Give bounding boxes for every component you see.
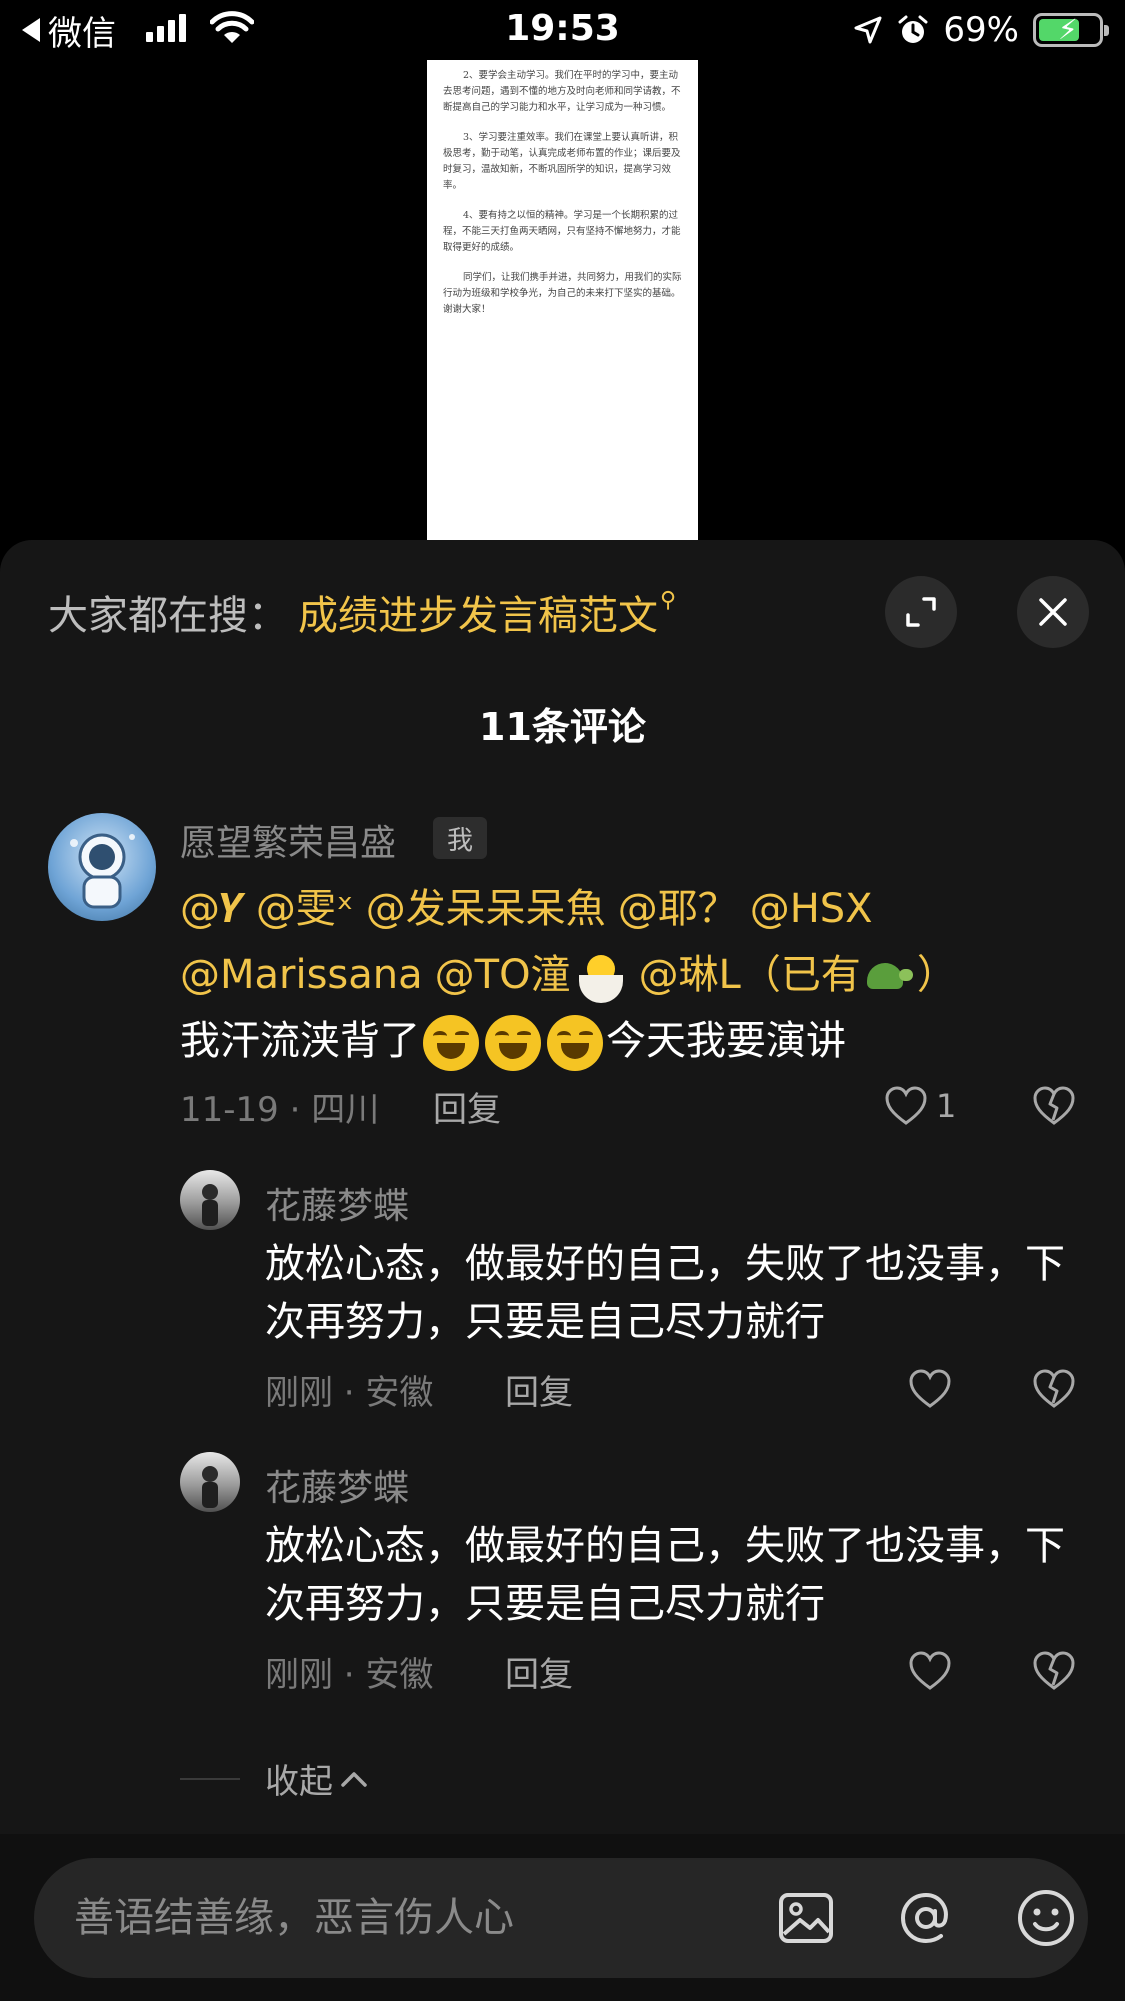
doc-paragraph: 同学们，让我们携手并进，共同努力，用我们的实际行动为班级和学校争光，为自己的未来…: [443, 272, 682, 315]
like-count: 1: [936, 1087, 957, 1125]
like-button[interactable]: 1: [884, 1086, 956, 1126]
mention-link[interactable]: @耶？: [618, 886, 738, 932]
dislike-button[interactable]: [1032, 1369, 1076, 1409]
reply-avatar[interactable]: [180, 1170, 240, 1230]
image-icon: [779, 1893, 833, 1943]
rofl-emoji-icon: [485, 1015, 541, 1071]
dislike-button[interactable]: [1032, 1651, 1076, 1691]
mention-link[interactable]: @TO潼: [435, 952, 571, 998]
reply-button[interactable]: 回复: [505, 1365, 573, 1414]
comments-sheet: 大家都在搜： 成绩进步发言稿范文 ⚲ 11条评论 愿望繁荣昌盛 我 @𝒀 @雯ˣ…: [0, 540, 1125, 2001]
comment-text-end: 今天我要演讲: [606, 1018, 846, 1064]
status-bar: 微信 19:53 69% ⚡: [0, 0, 1125, 60]
me-badge: 我: [433, 817, 487, 859]
reply-username[interactable]: 花藤梦蝶: [265, 1177, 409, 1229]
rofl-emoji-icon: [423, 1015, 479, 1071]
rofl-emoji-icon: [547, 1015, 603, 1071]
close-icon: [1039, 598, 1067, 626]
turtle-emoji-icon: [863, 955, 915, 999]
collapse-divider: [180, 1778, 240, 1780]
mention-link[interactable]: @Marissana: [180, 952, 423, 998]
at-sign-icon: [900, 1892, 948, 1944]
broken-heart-icon: [1033, 1086, 1075, 1125]
person-photo-icon: [202, 1184, 218, 1226]
alarm-icon: [898, 15, 928, 43]
reply-username[interactable]: 花藤梦蝶: [265, 1459, 409, 1511]
reply-date-location: 刚刚 · 安徽: [265, 1373, 434, 1413]
comment-username[interactable]: 愿望繁荣昌盛: [180, 814, 396, 866]
reply-button[interactable]: 回复: [433, 1082, 501, 1131]
screen: 微信 19:53 69% ⚡ 2、要学会主动学习。我们在平时的学习中，要主动去思…: [0, 0, 1125, 2001]
hatching-chick-emoji-icon: [575, 951, 627, 1003]
heart-icon: [909, 1651, 951, 1690]
search-term-link[interactable]: 成绩进步发言稿范文: [298, 583, 658, 641]
mention-line-2: @Marissana @TO潼 @琳L（已有 ）: [180, 942, 1080, 1008]
status-right: 69% ⚡: [853, 10, 1109, 50]
close-button[interactable]: [1017, 576, 1089, 648]
broken-heart-icon: [1033, 1369, 1075, 1408]
search-icon: ⚲: [660, 587, 677, 613]
mention-link[interactable]: @HSX: [750, 886, 873, 932]
collapse-replies-button[interactable]: 收起: [265, 1754, 369, 1803]
comments-count-title: 11条评论: [479, 705, 646, 749]
mention-link[interactable]: @𝒀: [180, 886, 244, 932]
expand-icon: [906, 597, 936, 627]
chevron-up-icon: [341, 1771, 367, 1787]
comment-text: @𝒀 @雯ˣ @发呆呆呆魚 @耶？ @HSX @Marissana @TO潼 @琳L（已有 ）…: [180, 876, 1080, 1074]
trending-search[interactable]: 大家都在搜： 成绩进步发言稿范文 ⚲: [48, 582, 868, 642]
mention-link[interactable]: @琳L（已有: [639, 952, 861, 998]
emoji-button[interactable]: [1014, 1886, 1078, 1950]
comment-text-line-3: 我汗流浃背了 今天我要演讲: [180, 1008, 1080, 1074]
expand-button[interactable]: [885, 576, 957, 648]
mention-button[interactable]: [894, 1886, 958, 1950]
broken-heart-icon: [1033, 1651, 1075, 1690]
location-arrow-icon: [854, 16, 882, 44]
like-button[interactable]: [908, 1651, 952, 1691]
collapse-label: 收起: [265, 1762, 333, 1802]
avatar[interactable]: [48, 813, 156, 921]
image-button[interactable]: [774, 1886, 838, 1950]
heart-icon: [885, 1086, 927, 1125]
person-photo-icon: [202, 1466, 218, 1508]
smiley-icon: [1018, 1890, 1074, 1946]
comment-input[interactable]: [74, 1858, 694, 1978]
doc-paragraph: 2、要学会主动学习。我们在平时的学习中，要主动去思考问题，遇到不懂的地方及时向老…: [443, 70, 681, 113]
doc-paragraph: 4、要有持之以恒的精神。学习是一个长期积累的过程，不能三天打鱼两天晒网，只有坚持…: [443, 210, 681, 253]
mention-close-paren: ）: [916, 952, 957, 998]
comment-input-container[interactable]: [34, 1858, 1088, 1978]
comment-text-start: 我汗流浃背了: [180, 1018, 420, 1064]
reply-text: 放松心态，做最好的自己，失败了也没事，下次再努力，只要是自己尽力就行: [265, 1523, 1065, 1627]
doc-paragraph: 3、学习要注重效率。我们在课堂上要认真听讲，积极思考，勤于动笔，认真完成老师布置…: [443, 132, 681, 191]
reply-button[interactable]: 回复: [505, 1647, 573, 1696]
comment-date-location: 11-19 · 四川: [180, 1090, 380, 1130]
heart-icon: [909, 1369, 951, 1408]
reply-text: 放松心态，做最好的自己，失败了也没事，下次再努力，只要是自己尽力就行: [265, 1241, 1065, 1345]
mention-link[interactable]: @发呆呆呆魚: [366, 886, 606, 932]
document-preview-image[interactable]: 2、要学会主动学习。我们在平时的学习中，要主动去思考问题，遇到不懂的地方及时向老…: [427, 60, 698, 540]
mention-link[interactable]: @雯ˣ: [256, 886, 354, 932]
reply-avatar[interactable]: [180, 1452, 240, 1512]
battery-icon: ⚡: [1033, 13, 1109, 47]
like-button[interactable]: [908, 1369, 952, 1409]
mention-line-1: @𝒀 @雯ˣ @发呆呆呆魚 @耶？ @HSX: [180, 876, 1080, 942]
reply-date-location: 刚刚 · 安徽: [265, 1655, 434, 1695]
search-label: 大家都在搜：: [48, 593, 288, 639]
battery-percent: 69%: [943, 10, 1019, 50]
dislike-button[interactable]: [1032, 1086, 1076, 1126]
astronaut-avatar-icon: [70, 833, 135, 909]
comment-input-bar: [0, 1834, 1125, 2001]
charging-bolt-icon: ⚡: [1058, 13, 1078, 46]
